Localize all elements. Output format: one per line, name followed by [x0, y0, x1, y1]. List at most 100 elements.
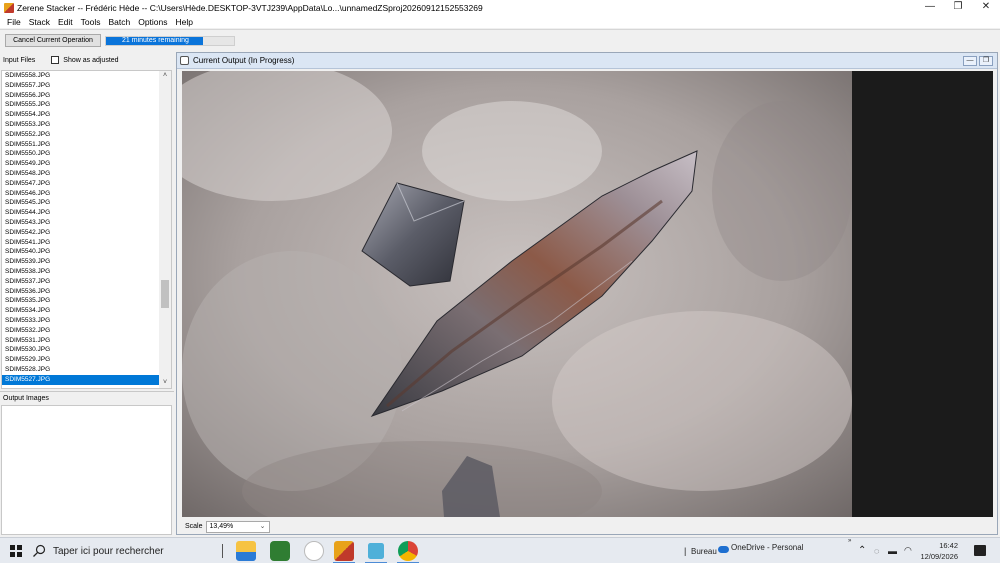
file-list-item[interactable]: SDIM5541.JPG	[2, 238, 171, 248]
scroll-down-icon[interactable]: ˅	[159, 378, 171, 388]
title-bar: Zerene Stacker -- Frédéric Hède -- C:\Us…	[0, 0, 1000, 16]
file-list-item[interactable]: SDIM5528.JPG	[2, 365, 171, 375]
file-list-item[interactable]: SDIM5554.JPG	[2, 110, 171, 120]
file-list-item[interactable]: SDIM5542.JPG	[2, 228, 171, 238]
file-list-item[interactable]: SDIM5555.JPG	[2, 100, 171, 110]
file-list-item[interactable]: SDIM5527.JPG	[2, 374, 171, 385]
inner-restore-button[interactable]: ❐	[979, 56, 993, 66]
taskbar-search[interactable]: Taper ici pour rechercher	[32, 541, 217, 561]
tray-divider-icon: |	[684, 546, 687, 556]
file-list-item[interactable]: SDIM5533.JPG	[2, 316, 171, 326]
menu-edit[interactable]: Edit	[54, 16, 77, 28]
search-placeholder: Taper ici pour rechercher	[53, 545, 164, 557]
file-list-scrollbar[interactable]: ˄ ˅	[159, 71, 171, 388]
file-list-item[interactable]: SDIM5551.JPG	[2, 140, 171, 150]
menu-batch[interactable]: Batch	[104, 16, 134, 28]
taskbar-clock[interactable]: 16:42 12/09/2026	[920, 540, 958, 562]
window-icon	[180, 56, 189, 65]
show-adjusted-label[interactable]: Show as adjusted	[63, 57, 118, 64]
file-list-item[interactable]: SDIM5530.JPG	[2, 345, 171, 355]
menu-options[interactable]: Options	[134, 16, 171, 28]
file-list-item[interactable]: SDIM5543.JPG	[2, 218, 171, 228]
notification-icon[interactable]	[974, 545, 986, 556]
windows-start-icon[interactable]	[10, 545, 22, 557]
menu-help[interactable]: Help	[172, 16, 197, 28]
file-list-item[interactable]: SDIM5553.JPG	[2, 120, 171, 130]
chevron-up-icon[interactable]: ⌃	[858, 545, 866, 556]
file-list-item[interactable]: SDIM5556.JPG	[2, 91, 171, 101]
crystal-photo	[182, 71, 993, 517]
file-list-item[interactable]: SDIM5532.JPG	[2, 326, 171, 336]
menu-bar: File Stack Edit Tools Batch Options Help	[0, 16, 1000, 28]
file-list-item[interactable]: SDIM5544.JPG	[2, 208, 171, 218]
file-explorer-icon[interactable]	[236, 541, 256, 561]
onedrive-label[interactable]: OneDrive - Personal	[731, 543, 803, 552]
file-list-item[interactable]: SDIM5539.JPG	[2, 257, 171, 267]
scroll-thumb[interactable]	[161, 280, 169, 308]
file-list-item[interactable]: SDIM5536.JPG	[2, 287, 171, 297]
tray-expand-icon[interactable]: »	[848, 538, 851, 544]
menu-stack[interactable]: Stack	[25, 16, 54, 28]
inner-minimize-button[interactable]: —	[963, 56, 977, 66]
output-window-titlebar: Current Output (In Progress) — ❐	[177, 53, 997, 69]
input-files-label: Input Files	[3, 56, 36, 64]
file-list-item[interactable]: SDIM5548.JPG	[2, 169, 171, 179]
battery-icon[interactable]: ▬	[888, 546, 897, 556]
3d-viewer-icon[interactable]	[368, 543, 384, 559]
cancel-operation-button[interactable]: Cancel Current Operation	[5, 34, 101, 47]
maximize-button[interactable]: ❐	[944, 0, 972, 16]
toolbar: Cancel Current Operation 21 minutes rema…	[0, 29, 1000, 50]
menu-tools[interactable]: Tools	[77, 16, 105, 28]
file-list-item[interactable]: SDIM5558.JPG	[2, 71, 171, 81]
file-list-item[interactable]: SDIM5529.JPG	[2, 355, 171, 365]
menu-file[interactable]: File	[3, 16, 25, 28]
tripadvisor-icon[interactable]	[270, 541, 290, 561]
zerene-app-icon	[4, 3, 14, 13]
scale-label: Scale	[185, 523, 203, 530]
close-button[interactable]: ✕	[972, 0, 1000, 16]
progress-text: 21 minutes remaining	[122, 37, 189, 44]
scale-dropdown[interactable]: 13,49% ⌄	[205, 520, 270, 533]
stacked-image-preview[interactable]	[182, 71, 993, 517]
chrome-icon[interactable]	[398, 541, 418, 561]
window-title: Zerene Stacker -- Frédéric Hède -- C:\Us…	[17, 3, 483, 13]
output-window-title: Current Output (In Progress)	[193, 56, 295, 65]
search-icon	[33, 544, 46, 557]
people-icon[interactable]: ◌	[874, 546, 879, 556]
progress-bar: 21 minutes remaining	[105, 36, 235, 46]
wifi-icon[interactable]: ◠	[904, 545, 912, 556]
scale-bar: Scale 13,49% ⌄	[177, 518, 997, 535]
file-list-item[interactable]: SDIM5546.JPG	[2, 189, 171, 199]
file-list-item[interactable]: SDIM5550.JPG	[2, 149, 171, 159]
file-list-item[interactable]: SDIM5537.JPG	[2, 277, 171, 287]
file-list-item[interactable]: SDIM5540.JPG	[2, 247, 171, 257]
window-controls: — ❐ ✕	[916, 0, 1000, 16]
windows-taskbar: Taper ici pour rechercher | Bureau OneDr…	[0, 537, 1000, 563]
clock-time: 16:42	[939, 541, 958, 550]
input-files-header: Input Files Show as adjusted	[0, 51, 174, 69]
file-list-item[interactable]: SDIM5538.JPG	[2, 267, 171, 277]
file-list-item[interactable]: SDIM5534.JPG	[2, 306, 171, 316]
file-list-item[interactable]: SDIM5531.JPG	[2, 336, 171, 346]
show-adjusted-checkbox[interactable]	[51, 56, 60, 64]
input-file-list[interactable]: SDIM5558.JPG SDIM5557.JPG SDIM5556.JPG SDIM…	[1, 70, 172, 389]
file-list-item[interactable]: SDIM5557.JPG	[2, 81, 171, 91]
chevron-down-icon: ⌄	[259, 522, 266, 530]
file-list-item[interactable]: SDIM5549.JPG	[2, 159, 171, 169]
keepass-icon[interactable]	[304, 541, 324, 561]
taskbar-divider	[222, 544, 223, 558]
output-images-label: Output Images	[3, 394, 49, 402]
bureau-label[interactable]: Bureau	[691, 547, 717, 556]
clock-date: 12/09/2026	[920, 552, 958, 561]
file-list-item[interactable]: SDIM5545.JPG	[2, 198, 171, 208]
onedrive-icon[interactable]	[718, 546, 729, 553]
left-panel: Input Files Show as adjusted SDIM5558.JP…	[0, 51, 174, 537]
zerene-stacker-taskbar-icon[interactable]	[334, 541, 354, 561]
scroll-up-icon[interactable]: ˄	[159, 71, 171, 81]
minimize-button[interactable]: —	[916, 0, 944, 16]
file-list-item[interactable]: SDIM5547.JPG	[2, 179, 171, 189]
output-image-list[interactable]	[1, 405, 172, 535]
file-list-item[interactable]: SDIM5535.JPG	[2, 296, 171, 306]
file-list-item[interactable]: SDIM5552.JPG	[2, 130, 171, 140]
output-images-header: Output Images	[0, 391, 174, 404]
